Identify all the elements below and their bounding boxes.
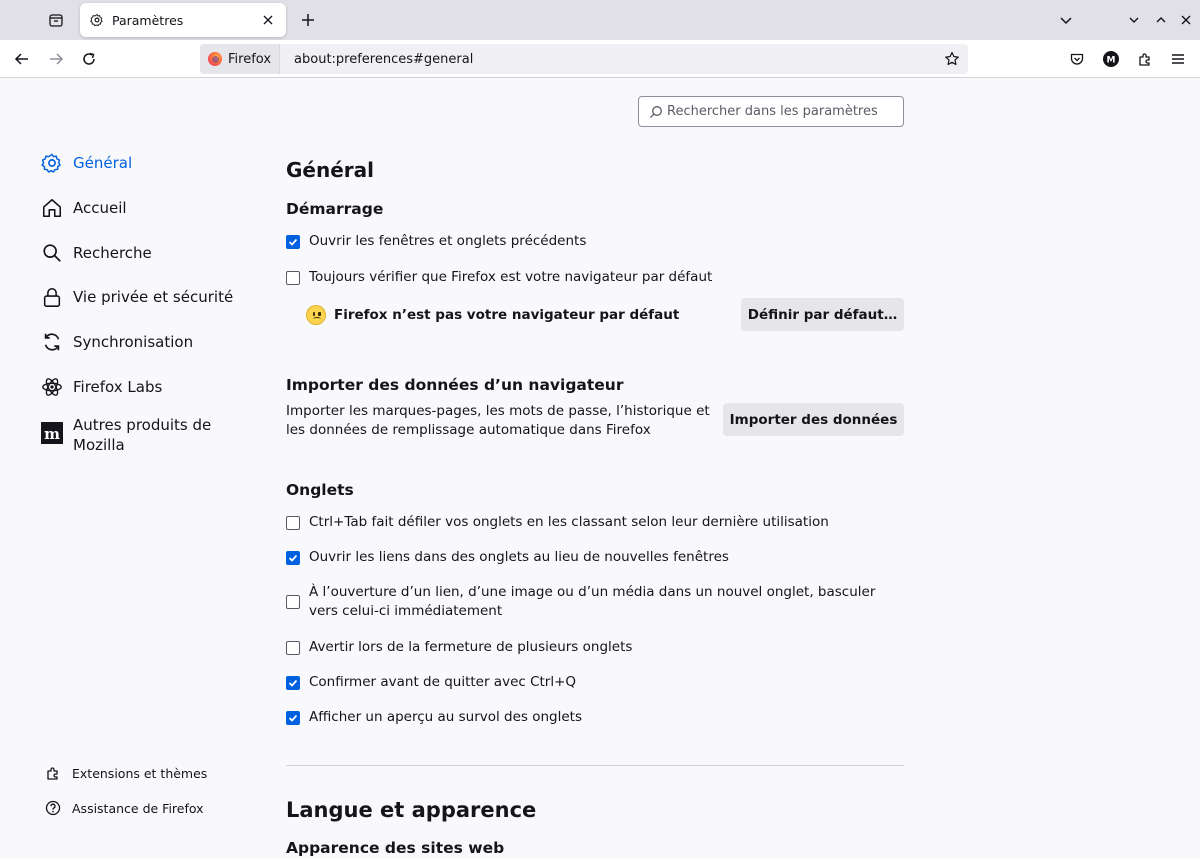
tabs-heading: Onglets — [286, 481, 354, 499]
website-appearance-heading: Apparence des sites web — [286, 839, 505, 857]
warn-close-tabs-checkbox[interactable] — [286, 640, 300, 655]
page-title: Général — [286, 158, 374, 182]
restore-session-label: Ouvrir les fenêtres et onglets précédent… — [309, 233, 587, 249]
search-icon — [40, 241, 64, 265]
warn-close-tabs-label: Avertir lors de la fermeture de plusieur… — [309, 639, 633, 655]
sidebar-item-sync[interactable]: Synchronisation — [40, 330, 240, 354]
language-heading: Langue et apparence — [286, 798, 537, 822]
confirm-quit-checkbox-row[interactable]: Confirmer avant de quitter avec Ctrl+Q — [286, 673, 904, 692]
account-icon[interactable]: M — [1099, 47, 1123, 71]
set-default-button[interactable]: Définir par défaut… — [741, 298, 904, 331]
gear-icon — [90, 12, 106, 28]
url-text[interactable]: about:preferences#general — [280, 52, 940, 67]
settings-search-input[interactable] — [667, 104, 897, 119]
tab-list-icon[interactable] — [44, 8, 68, 32]
gear-icon — [40, 151, 64, 175]
sidebar-item-label: Général — [73, 154, 133, 172]
ctrl-tab-checkbox-row[interactable]: Ctrl+Tab fait défiler vos onglets en les… — [286, 513, 904, 532]
import-heading: Importer des données d’un navigateur — [286, 376, 624, 394]
sidebar-item-label: Synchronisation — [73, 333, 194, 351]
navigation-bar: Firefox about:preferences#general M — [0, 40, 1200, 78]
ctrl-tab-label: Ctrl+Tab fait défiler vos onglets en les… — [309, 514, 829, 530]
arrow-right-icon[interactable] — [44, 47, 68, 71]
sidebar-item-label: Firefox Labs — [73, 378, 163, 396]
plus-icon[interactable] — [296, 8, 320, 32]
reload-icon[interactable] — [77, 47, 101, 71]
star-icon[interactable] — [940, 47, 964, 71]
sidebar-item-general[interactable]: Général — [40, 151, 240, 175]
restore-session-checkbox-row[interactable]: Ouvrir les fenêtres et onglets précédent… — [286, 232, 904, 251]
mozilla-icon: m — [40, 421, 64, 445]
home-icon — [40, 196, 64, 220]
labs-icon — [40, 375, 64, 399]
sidebar-item-label: Accueil — [73, 199, 127, 217]
sidebar-item-label: Vie privée et sécurité — [73, 288, 234, 306]
settings-search-box[interactable] — [638, 96, 904, 127]
switch-to-new-tab-checkbox-row[interactable]: À l’ouverture d’un lien, d’une image ou … — [286, 583, 886, 621]
restore-session-checkbox[interactable] — [286, 234, 300, 249]
ctrl-tab-checkbox[interactable] — [286, 515, 300, 530]
sidebar-item-label: Recherche — [73, 244, 152, 262]
minimize-chevron-down-icon[interactable] — [1122, 8, 1146, 32]
check-default-label: Toujours vérifier que Firefox est votre … — [309, 269, 713, 285]
import-data-button[interactable]: Importer des données — [723, 403, 904, 436]
footer-label: Assistance de Firefox — [72, 800, 204, 816]
svg-text:m: m — [44, 425, 60, 443]
tab-hover-preview-checkbox[interactable] — [286, 710, 300, 725]
switch-to-new-tab-checkbox[interactable] — [286, 595, 300, 609]
close-icon[interactable] — [260, 12, 276, 28]
sidebar-footer-support[interactable]: Assistance de Firefox — [44, 799, 204, 817]
arrow-left-icon[interactable] — [10, 47, 34, 71]
open-links-in-tabs-label: Ouvrir les liens dans des onglets au lie… — [309, 549, 729, 565]
confirm-quit-label: Confirmer avant de quitter avec Ctrl+Q — [309, 674, 577, 690]
not-default-status: Firefox n’est pas votre navigateur par d… — [306, 305, 679, 325]
sidebar-footer-extensions[interactable]: Extensions et thèmes — [44, 764, 207, 782]
pocket-icon[interactable] — [1065, 47, 1089, 71]
not-default-text: Firefox n’est pas votre navigateur par d… — [334, 307, 680, 323]
sidebar-item-firefox-labs[interactable]: Firefox Labs — [40, 375, 240, 399]
puzzle-icon — [44, 764, 62, 782]
sync-icon — [40, 330, 64, 354]
sidebar-item-home[interactable]: Accueil — [40, 196, 240, 220]
confirm-quit-checkbox[interactable] — [286, 675, 300, 690]
identity-box[interactable]: Firefox — [200, 44, 281, 74]
startup-heading: Démarrage — [286, 200, 384, 218]
tab-hover-preview-checkbox-row[interactable]: Afficher un aperçu au survol des onglets — [286, 708, 904, 727]
hamburger-menu-icon[interactable] — [1166, 47, 1190, 71]
open-links-in-tabs-checkbox[interactable] — [286, 550, 300, 565]
sidebar-item-search[interactable]: Recherche — [40, 241, 240, 265]
url-bar[interactable]: Firefox about:preferences#general — [200, 44, 968, 74]
sad-face-icon — [306, 305, 326, 325]
import-description: Importer les marques-pages, les mots de … — [286, 403, 710, 438]
identity-label: Firefox — [228, 51, 272, 67]
lock-icon — [40, 285, 64, 309]
switch-to-new-tab-label: À l’ouverture d’un lien, d’une image ou … — [309, 584, 876, 619]
tab-strip: Paramètres — [0, 0, 1200, 40]
check-default-checkbox-row[interactable]: Toujours vérifier que Firefox est votre … — [286, 268, 904, 287]
check-default-checkbox[interactable] — [286, 270, 300, 285]
warn-close-tabs-checkbox-row[interactable]: Avertir lors de la fermeture de plusieur… — [286, 638, 904, 657]
tab-title: Paramètres — [112, 12, 184, 28]
maximize-chevron-up-icon[interactable] — [1149, 8, 1173, 32]
account-letter: M — [1107, 56, 1116, 66]
section-divider — [286, 765, 904, 766]
footer-label: Extensions et thèmes — [72, 765, 208, 781]
tab-hover-preview-label: Afficher un aperçu au survol des onglets — [309, 709, 583, 725]
tab-settings[interactable]: Paramètres — [80, 3, 286, 37]
search-icon — [649, 105, 663, 119]
puzzle-icon[interactable] — [1133, 47, 1157, 71]
close-window-icon[interactable] — [1174, 8, 1198, 32]
open-links-in-tabs-checkbox-row[interactable]: Ouvrir les liens dans des onglets au lie… — [286, 548, 904, 567]
sidebar-item-more-from-mozilla[interactable]: m Autres produits de Mozilla — [40, 413, 240, 455]
sidebar-item-label: Autres produits de Mozilla — [73, 416, 212, 454]
preferences-page: Général Accueil Recherche Vie privée et … — [0, 79, 1200, 858]
sidebar-item-privacy[interactable]: Vie privée et sécurité — [40, 285, 240, 309]
firefox-logo-icon — [208, 52, 222, 66]
chevron-down-icon[interactable] — [1054, 8, 1078, 32]
help-icon — [44, 799, 62, 817]
